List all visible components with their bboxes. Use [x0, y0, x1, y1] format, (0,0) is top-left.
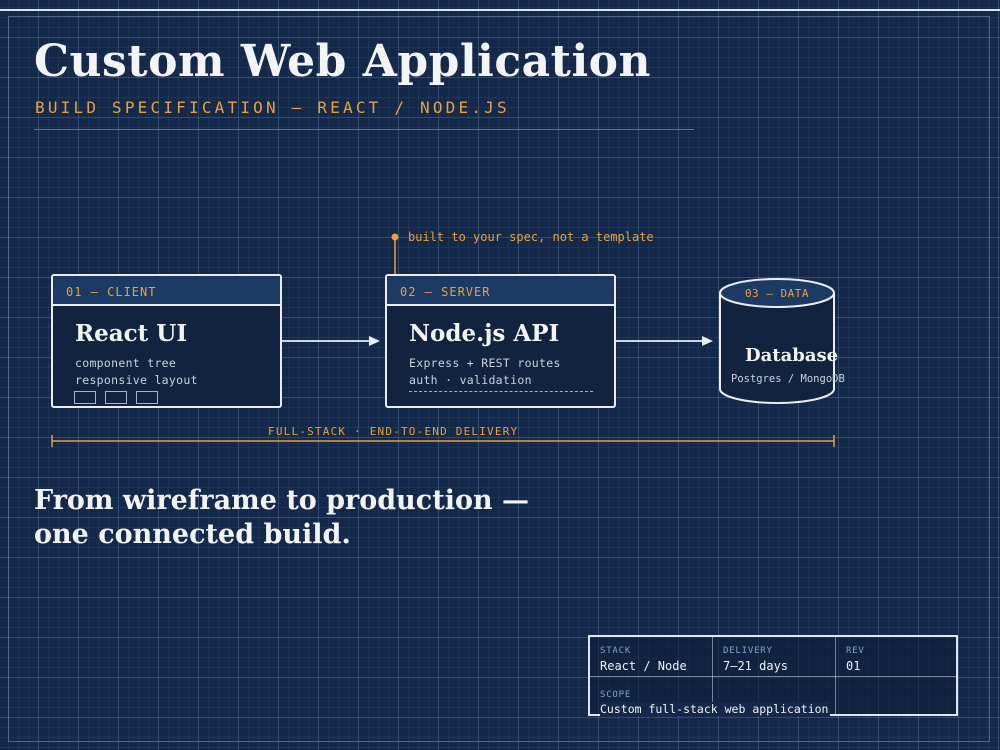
rev-label: REV	[846, 646, 865, 656]
stack-label: STACK	[600, 646, 632, 656]
tagline-line-1: From wireframe to production —	[34, 485, 529, 516]
client-node-title: React UI	[75, 320, 188, 347]
tagline-line-2: one connected build.	[34, 519, 351, 550]
data-node-tag: 03 — DATA	[744, 287, 810, 300]
server-node-header: 02 — SERVER	[387, 276, 614, 306]
layout-block-icon	[105, 391, 127, 404]
annotation-leader	[391, 233, 399, 275]
layout-block-icon	[136, 391, 158, 404]
stack-value: React / Node	[600, 659, 687, 673]
span-label: FULL-STACK · END-TO-END DELIVERY	[268, 425, 519, 438]
data-node-title: Database	[745, 345, 839, 366]
server-node: 02 — SERVER Node.js API Express + REST r…	[385, 274, 616, 408]
arrow-server-to-data	[615, 336, 713, 346]
server-node-tag: 02 — SERVER	[400, 285, 491, 299]
server-node-line-1: Express + REST routes	[409, 356, 561, 370]
layout-block-icon	[74, 391, 96, 404]
title-block-divider	[590, 676, 956, 677]
title-block: STACK React / Node DELIVERY 7–21 days RE…	[588, 635, 958, 716]
client-node-header: 01 — CLIENT	[53, 276, 280, 306]
client-node-line-1: component tree	[75, 356, 177, 370]
tagline: From wireframe to production — one conne…	[34, 484, 529, 552]
scope-value: Custom full-stack web application	[600, 702, 831, 716]
arrow-client-to-server	[281, 336, 380, 346]
client-node-tag: 01 — CLIENT	[66, 285, 157, 299]
client-node-line-2: responsive layout	[75, 373, 198, 387]
client-node: 01 — CLIENT React UI component tree resp…	[51, 274, 282, 408]
rev-value: 01	[846, 659, 861, 673]
server-node-title: Node.js API	[409, 320, 560, 347]
server-node-line-2: auth · validation	[409, 373, 532, 387]
server-dashed-rule	[409, 391, 593, 392]
delivery-label: DELIVERY	[723, 646, 773, 656]
delivery-value: 7–21 days	[723, 659, 789, 673]
data-node-line: Postgres / MongoDB	[731, 373, 845, 385]
annotation-note: built to your spec, not a template	[408, 230, 654, 244]
scope-label: SCOPE	[600, 690, 632, 700]
